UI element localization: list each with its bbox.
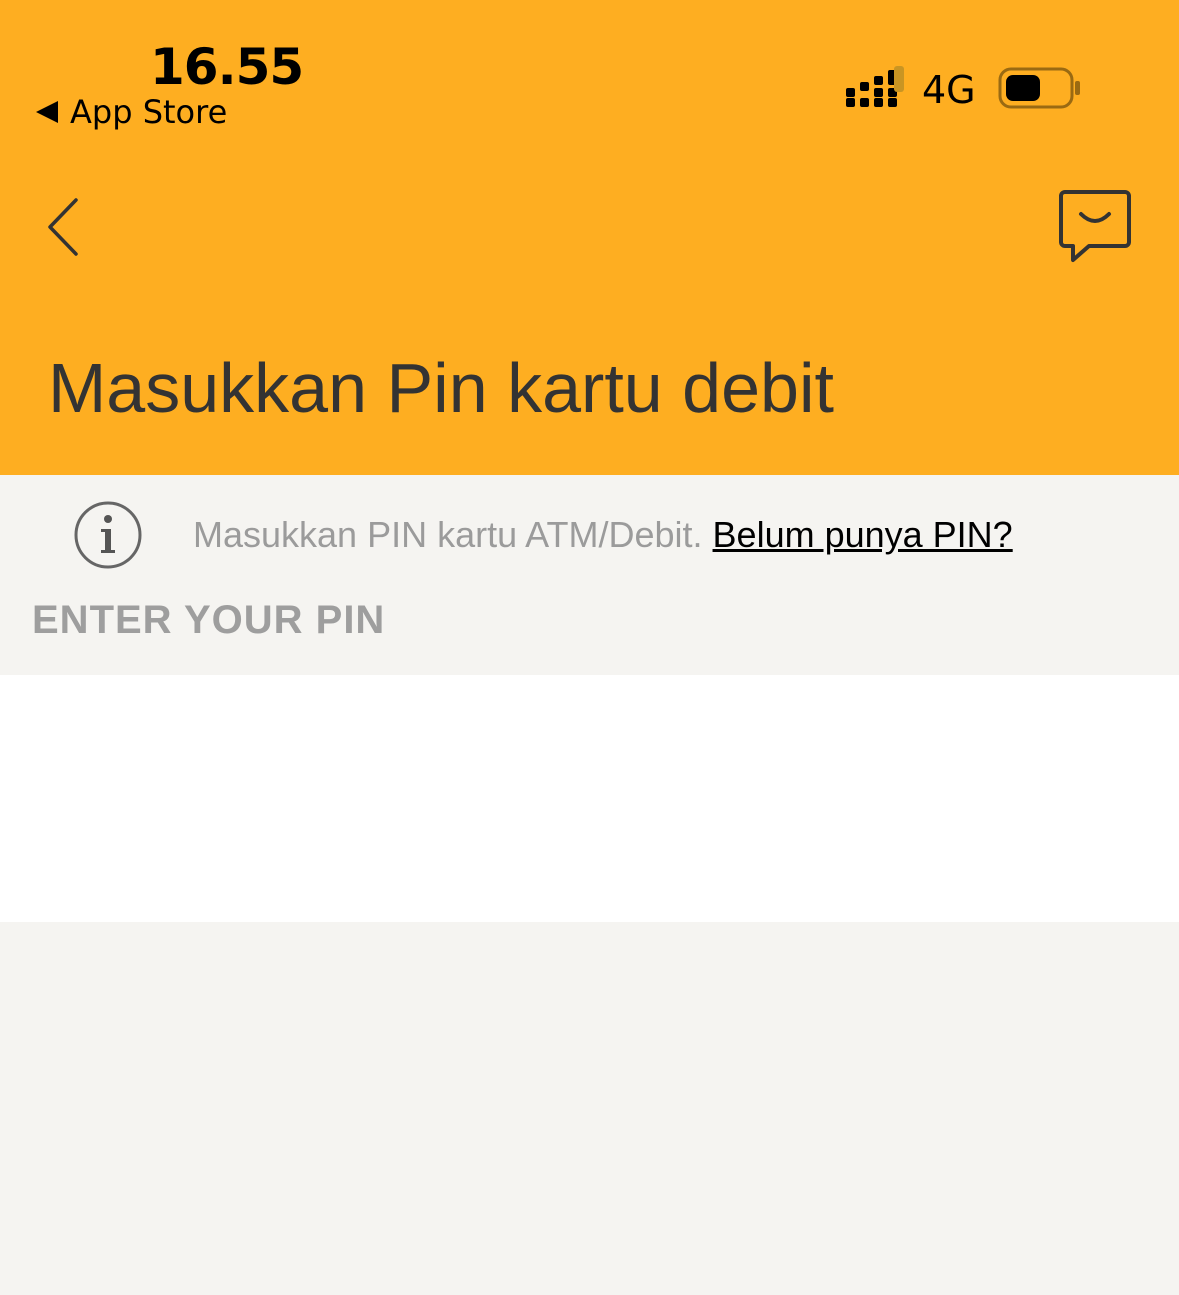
status-back-to-app[interactable]: App Store [36, 92, 227, 132]
status-time: 16.55 [150, 38, 304, 96]
bottom-area [0, 922, 1179, 1295]
header: 16.55 App Store 4G Masukkan Pin kartu de… [0, 0, 1179, 475]
back-triangle-icon [36, 101, 58, 123]
no-pin-link[interactable]: Belum punya PIN? [713, 514, 1013, 555]
status-back-label: App Store [70, 93, 228, 131]
back-chevron-icon[interactable] [40, 194, 88, 260]
info-icon [74, 501, 142, 569]
page-title: Masukkan Pin kartu debit [48, 349, 834, 427]
info-text: Masukkan PIN kartu ATM/Debit. [193, 514, 703, 555]
pin-input[interactable] [0, 675, 1179, 922]
battery-icon [998, 67, 1080, 109]
pin-label: ENTER YOUR PIN [32, 598, 386, 642]
signal-icon [846, 66, 904, 107]
info-section [0, 475, 1179, 675]
network-type: 4G [922, 68, 976, 112]
info-message: Masukkan PIN kartu ATM/Debit. Belum puny… [193, 514, 1013, 556]
chat-bubble-icon[interactable] [1055, 186, 1137, 266]
